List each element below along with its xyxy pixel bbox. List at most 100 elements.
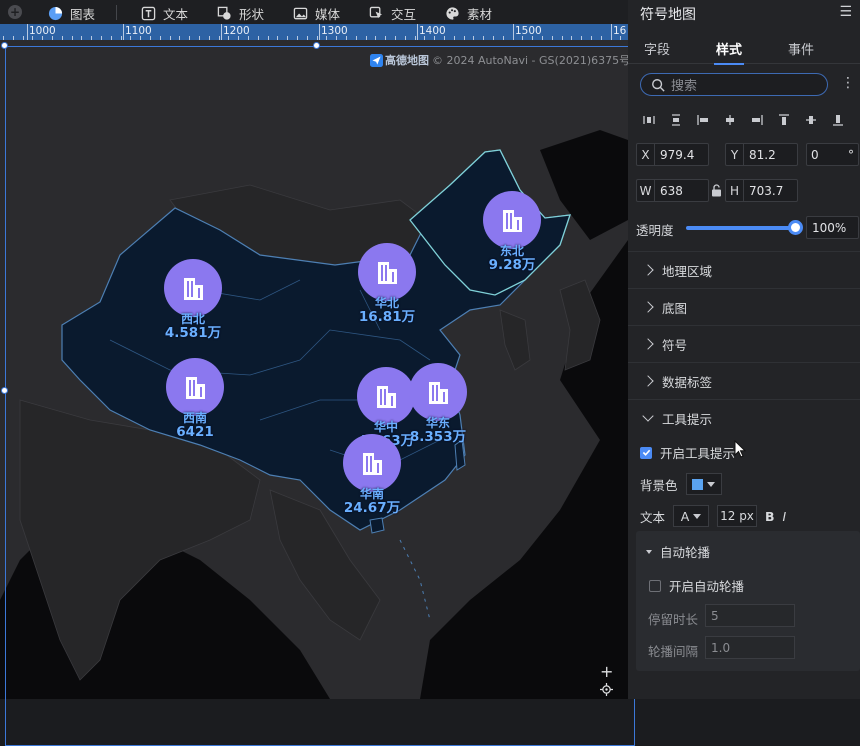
toolbar-text[interactable]: 文本 [141,4,188,23]
align-left-icon[interactable] [696,113,710,127]
tab-style[interactable]: 样式 [713,39,745,65]
tooltip-enable-label: 开启工具提示 [660,446,736,461]
toolbar-divider [116,5,117,20]
ruler-major-tick [123,24,124,40]
section-symbol[interactable]: 符号 [628,325,860,362]
align-toolbar [642,113,845,127]
ruler-major-tick [513,24,514,40]
x-field[interactable]: X 979.4 [636,143,709,166]
tooltip-text-label: 文本 [640,509,666,525]
autoplay-enable-checkbox[interactable] [649,579,661,592]
ruler-label: 1200 [223,25,250,37]
panel-title: 符号地图 [640,7,696,23]
section-data-label[interactable]: 数据标签 [628,362,860,399]
chevron-right-icon [642,301,654,313]
font-color-picker[interactable]: A [673,505,710,527]
toolbar-chart-label: 图表 [70,7,96,22]
tooltip-enable-checkbox[interactable] [640,446,652,459]
top-toolbar: + 图表 文本 形状 媒体 交互 素材 [0,0,628,24]
distribute-horizontal-icon[interactable] [642,113,656,127]
rotation-value: 0 [811,147,819,162]
italic-button[interactable]: I [783,509,787,524]
tooltip-text-row: 文本 A 12 px B I [640,505,786,527]
caret-down-icon [646,549,652,554]
align-middle-icon[interactable] [804,113,818,127]
y-field[interactable]: Y 81.2 [725,143,798,166]
color-swatch [692,478,704,490]
align-right-icon[interactable] [750,113,764,127]
search-placeholder: 搜索 [671,79,698,94]
tooltip-bg-label: 背景色 [640,477,678,493]
y-field-value: 81.2 [749,147,776,162]
tooltip-enable-row[interactable]: 开启工具提示 [640,443,735,462]
palette-icon [446,7,459,20]
caret-down-icon [707,481,716,487]
x-field-value: 979.4 [660,147,695,162]
dwell-input[interactable]: 5 [705,604,795,627]
shape-icon [217,6,231,20]
opacity-input[interactable]: 100% [806,216,859,239]
rotation-field[interactable]: 0 ° [806,143,859,166]
toolbar-media-label: 媒体 [315,7,341,22]
font-size-input[interactable]: 12 px [717,505,758,527]
menu-icon[interactable]: ☰ [839,4,852,20]
panel-tabs: 字段 样式 事件 [628,34,860,65]
resize-handle-top-left[interactable] [1,42,8,49]
align-center-horizontal-icon[interactable] [723,113,737,127]
font-size-value: 12 px [720,509,754,523]
tooltip-bg-color-picker[interactable] [685,473,722,495]
search-input[interactable]: 搜索 [640,73,828,96]
chevron-down-icon [642,410,654,422]
section-basemap[interactable]: 底图 [628,288,860,325]
align-top-icon[interactable] [777,113,791,127]
interval-input[interactable]: 1.0 [705,636,795,659]
search-icon [652,78,665,92]
ruler-major-tick [221,24,222,40]
opacity-slider-thumb[interactable] [788,220,803,235]
autoplay-enable-row[interactable]: 开启自动轮播 [649,576,744,595]
distribute-vertical-icon[interactable] [669,113,683,127]
height-field[interactable]: H 703.7 [725,179,798,202]
interval-label: 轮播间隔 [648,644,699,659]
add-icon[interactable]: + [8,5,22,19]
height-field-label: H [726,180,744,201]
more-options-icon[interactable]: ⋮ [841,75,855,91]
properties-panel: 符号地图 ☰ 字段 样式 事件 搜索 ⋮ X 979.4 Y 81.2 0 ° … [628,0,860,699]
resize-handle-middle-left[interactable] [1,387,8,394]
toolbar-material[interactable]: 素材 [445,4,492,23]
section-geo-region[interactable]: 地理区域 [628,251,860,288]
width-field-value: 638 [660,183,683,198]
toolbar-interaction-label: 交互 [391,7,417,22]
section-symbol-label: 符号 [662,337,688,353]
toolbar-media[interactable]: 媒体 [293,4,340,23]
interval-value: 1.0 [711,640,731,655]
align-bottom-icon[interactable] [831,113,845,127]
ruler-major-tick [417,24,418,40]
width-field[interactable]: W 638 [636,179,709,202]
opacity-value: 100% [812,220,847,235]
tab-fields[interactable]: 字段 [644,39,670,58]
section-geo-region-label: 地理区域 [662,263,713,279]
toolbar-shape[interactable]: 形状 [217,4,264,23]
tab-events[interactable]: 事件 [788,39,814,58]
chevron-right-icon [642,264,654,276]
toolbar-material-label: 素材 [467,7,493,22]
chevron-right-icon [642,375,654,387]
caret-down-icon [693,513,702,519]
toolbar-chart[interactable]: 图表 [48,4,95,23]
section-tooltip-label: 工具提示 [662,411,713,427]
horizontal-ruler: 1000 1100 1200 1300 1400 1500 16 [0,24,628,40]
ruler-label: 1300 [321,25,348,37]
resize-handle-top-center[interactable] [313,42,320,49]
opacity-slider[interactable] [686,226,798,230]
lock-ratio-icon[interactable] [711,184,722,201]
bold-button[interactable]: B [765,509,775,524]
text-icon [141,6,156,21]
toolbar-shape-label: 形状 [239,7,265,22]
height-field-value: 703.7 [749,183,784,198]
section-tooltip[interactable]: 工具提示 [628,399,860,436]
toolbar-interaction[interactable]: 交互 [369,4,416,23]
autoplay-header[interactable]: 自动轮播 [646,542,710,561]
ruler-label: 1400 [419,25,446,37]
width-field-label: W [637,180,655,201]
